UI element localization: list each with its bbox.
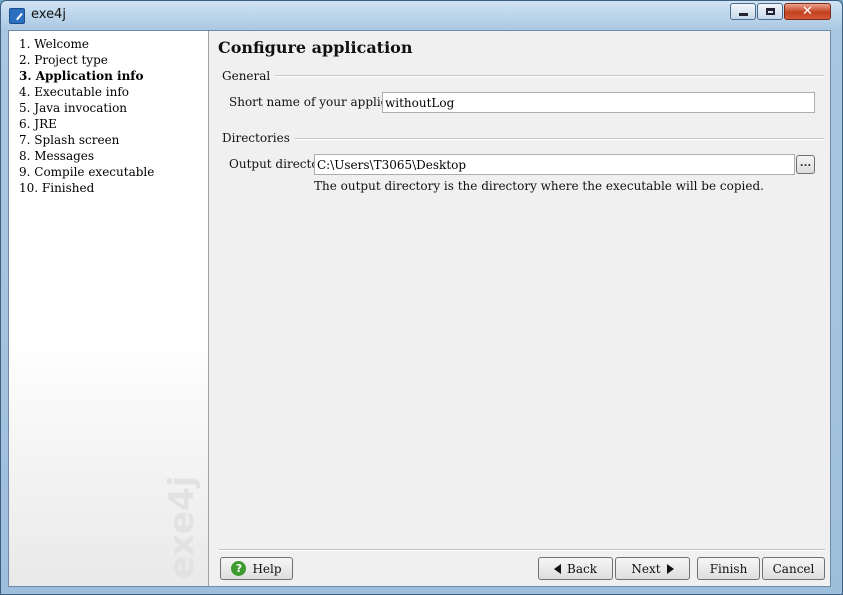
minimize-icon <box>738 13 748 16</box>
directories-separator <box>222 138 824 140</box>
close-icon: ✕ <box>802 4 813 19</box>
svg-text:exe4j: exe4j <box>162 476 201 579</box>
wizard-client-area: 1. Welcome 2. Project type 3. Application … <box>8 30 831 587</box>
next-button[interactable]: Next <box>615 557 690 580</box>
wizard-step-sidebar: 1. Welcome 2. Project type 3. Application … <box>9 31 209 586</box>
wizard-step-1: 1. Welcome <box>19 37 89 51</box>
output-directory-input[interactable] <box>314 154 795 175</box>
wizard-step-9: 9. Compile executable <box>19 165 155 179</box>
output-directory-hint: The output directory is the directory wh… <box>314 179 764 193</box>
finish-button[interactable]: Finish <box>697 557 760 580</box>
wizard-step-10: 10. Finished <box>19 181 95 195</box>
browse-button[interactable]: ... <box>796 155 815 174</box>
wizard-step-list: 1. Welcome 2. Project type 3. Application … <box>9 31 208 196</box>
maximize-button[interactable] <box>757 3 783 20</box>
wizard-step-7: 7. Splash screen <box>19 133 120 147</box>
exe4j-watermark: exe4j <box>162 476 201 579</box>
short-name-input[interactable] <box>382 92 815 113</box>
wizard-step-4: 4. Executable info <box>19 85 129 99</box>
help-button[interactable]: ? Help <box>220 557 293 580</box>
back-button[interactable]: Back <box>538 557 613 580</box>
wizard-step-2: 2. Project type <box>19 53 108 67</box>
arrow-left-icon <box>554 563 562 574</box>
minimize-button[interactable] <box>730 3 756 20</box>
arrow-right-icon <box>666 563 674 574</box>
cancel-button[interactable]: Cancel <box>762 557 825 580</box>
wizard-step-5: 5. Java invocation <box>19 101 128 115</box>
general-section-label: General <box>222 69 276 83</box>
help-button-label: Help <box>252 561 282 576</box>
general-separator <box>222 75 824 77</box>
window-title: exe4j <box>31 7 66 22</box>
finish-button-label: Finish <box>709 561 748 576</box>
wizard-step-3: 3. Application info <box>19 69 144 83</box>
page-title: Configure application <box>218 38 413 57</box>
help-icon: ? <box>231 561 247 576</box>
wizard-content: Configure application General Short name… <box>209 31 830 586</box>
wizard-step-6: 6. JRE <box>19 117 57 131</box>
directories-section-label: Directories <box>222 131 295 145</box>
exe4j-app-icon <box>9 8 25 24</box>
cancel-button-label: Cancel <box>772 561 815 576</box>
next-button-label: Next <box>631 561 661 576</box>
app-window: exe4j ✕ 1. Welcome 2. Project type 3. Appl… <box>0 0 843 595</box>
close-button[interactable]: ✕ <box>784 3 831 20</box>
wizard-step-8: 8. Messages <box>19 149 95 163</box>
title-bar[interactable]: exe4j ✕ <box>1 1 842 29</box>
back-button-label: Back <box>567 561 597 576</box>
button-bar-separator <box>219 549 825 551</box>
maximize-icon <box>765 8 775 15</box>
